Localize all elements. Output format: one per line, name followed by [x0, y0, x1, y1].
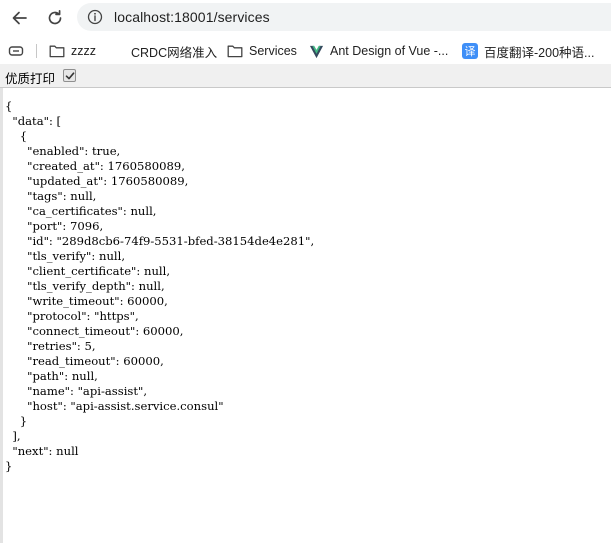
folder-icon	[227, 45, 243, 58]
bookmark-label: Services	[249, 44, 297, 58]
bookmark-label: CRDC网络准入	[131, 45, 218, 60]
back-button[interactable]	[5, 3, 35, 33]
pretty-print-bar: 优质打印	[0, 64, 611, 88]
pretty-print-label: 优质打印	[5, 72, 56, 86]
browser-toolbar: localhost:18001/services	[0, 0, 611, 35]
bookmark-label: 百度翻译-200种语...	[484, 45, 595, 60]
baidu-fanyi-logo-icon: 译	[462, 43, 478, 59]
checkmark-icon	[65, 71, 74, 79]
url-text[interactable]: localhost:18001/services	[114, 9, 270, 25]
info-circle-icon[interactable]	[87, 9, 103, 25]
folder-icon	[49, 45, 65, 58]
bookmark-baidu-fanyi[interactable]: 译 百度翻译-200种语...	[462, 42, 594, 60]
bookmark-services[interactable]: Services	[227, 42, 297, 60]
apps-icon	[8, 46, 24, 56]
bookmark-zzzz[interactable]: zzzz	[49, 42, 96, 60]
bookmark-label: Ant Design of Vue -...	[330, 44, 449, 58]
json-viewer: { "data": [ { "enabled": true, "created_…	[0, 88, 611, 543]
pretty-print-checkbox[interactable]	[63, 69, 76, 82]
reload-button[interactable]	[40, 3, 70, 33]
json-response-text: { "data": [ { "enabled": true, "created_…	[5, 99, 315, 473]
blank-favicon	[110, 43, 126, 59]
address-bar[interactable]: localhost:18001/services	[77, 3, 611, 31]
bookmark-ant-design-vue[interactable]: Ant Design of Vue -...	[309, 42, 448, 60]
bookmarks-apps-button[interactable]	[8, 42, 30, 60]
reload-icon	[48, 9, 62, 25]
bookmarks-bar: zzzz CRDC网络准入 Services Ant Design of Vue…	[0, 38, 611, 64]
arrow-left-icon	[12, 11, 27, 25]
bookmark-crdc[interactable]: CRDC网络准入	[110, 42, 217, 60]
bookmarks-separator	[36, 44, 37, 58]
bookmark-label: zzzz	[71, 44, 96, 58]
ant-design-vue-logo-icon	[309, 45, 324, 58]
